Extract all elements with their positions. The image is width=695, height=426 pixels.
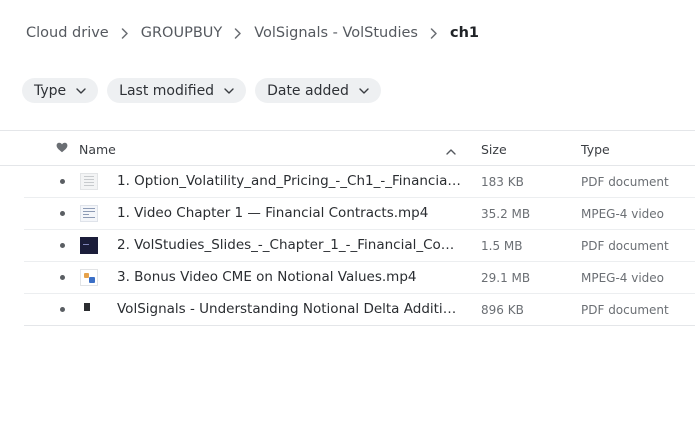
table-row[interactable]: VolSignals - Understanding Notional Delt… — [24, 294, 695, 326]
chevron-right-icon — [418, 26, 450, 40]
file-name: 3. Bonus Video CME on Notional Values.mp… — [117, 269, 417, 285]
document-thumbnail — [80, 173, 98, 190]
column-header-name[interactable]: Name — [79, 142, 116, 157]
column-header-size[interactable]: Size — [481, 142, 507, 157]
row-bullet — [60, 179, 65, 184]
file-size: 1.5 MB — [481, 239, 523, 253]
filter-bar: Type Last modified Date added — [22, 78, 381, 103]
file-name: 1. Option_Volatility_and_Pricing_-_Ch1_-… — [117, 173, 462, 189]
breadcrumb-item-groupbuy[interactable]: GROUPBUY — [141, 25, 223, 41]
sort-ascending-icon[interactable] — [446, 143, 456, 158]
document-thumbnail — [80, 301, 98, 318]
row-bullet — [60, 275, 65, 280]
chevron-down-icon — [359, 87, 369, 94]
chevron-down-icon — [76, 87, 86, 94]
file-type: MPEG-4 video — [581, 207, 665, 221]
type-filter-button[interactable]: Type — [22, 78, 99, 103]
file-size: 896 KB — [481, 303, 524, 317]
row-bullet — [60, 211, 65, 216]
breadcrumb-current-folder: ch1 — [449, 25, 479, 41]
last-modified-filter-label: Last modified — [119, 82, 215, 99]
file-size: 183 KB — [481, 175, 524, 189]
file-name: 2. VolStudies_Slides_-_Chapter_1_-_Finan… — [117, 237, 462, 253]
type-filter-label: Type — [34, 82, 67, 99]
favourite-heart-icon[interactable] — [56, 141, 68, 156]
video-thumbnail — [80, 269, 98, 286]
slides-thumbnail — [80, 237, 98, 254]
breadcrumb: Cloud drive GROUPBUY VolSignals - VolStu… — [26, 23, 479, 43]
file-type: PDF document — [581, 303, 669, 317]
row-bullet — [60, 243, 65, 248]
file-name: VolSignals - Understanding Notional Delt… — [117, 301, 462, 317]
file-type: PDF document — [581, 175, 669, 189]
chevron-down-icon — [224, 87, 234, 94]
file-type: PDF document — [581, 239, 669, 253]
table-header: Name Size Type — [0, 130, 695, 166]
file-size: 35.2 MB — [481, 207, 531, 221]
file-browser: Cloud drive GROUPBUY VolSignals - VolStu… — [0, 0, 695, 426]
column-header-type[interactable]: Type — [581, 142, 610, 157]
table-row[interactable]: 3. Bonus Video CME on Notional Values.mp… — [24, 262, 695, 294]
breadcrumb-item-volsignals[interactable]: VolSignals - VolStudies — [254, 25, 418, 41]
table-row[interactable]: 1. Option_Volatility_and_Pricing_-_Ch1_-… — [24, 166, 695, 198]
chevron-right-icon — [109, 26, 141, 40]
last-modified-filter-button[interactable]: Last modified — [107, 78, 247, 103]
chevron-right-icon — [222, 26, 254, 40]
table-row[interactable]: 2. VolStudies_Slides_-_Chapter_1_-_Finan… — [24, 230, 695, 262]
file-type: MPEG-4 video — [581, 271, 665, 285]
row-bullet — [60, 307, 65, 312]
date-added-filter-button[interactable]: Date added — [255, 78, 381, 103]
video-thumbnail — [80, 205, 98, 222]
file-size: 29.1 MB — [481, 271, 531, 285]
breadcrumb-item-cloud-drive[interactable]: Cloud drive — [26, 25, 109, 41]
table-row[interactable]: 1. Video Chapter 1 — Financial Contracts… — [24, 198, 695, 230]
file-table: Name Size Type 1. Option_Volatility_and_… — [0, 130, 695, 326]
file-name: 1. Video Chapter 1 — Financial Contracts… — [117, 205, 429, 221]
date-added-filter-label: Date added — [267, 82, 349, 99]
